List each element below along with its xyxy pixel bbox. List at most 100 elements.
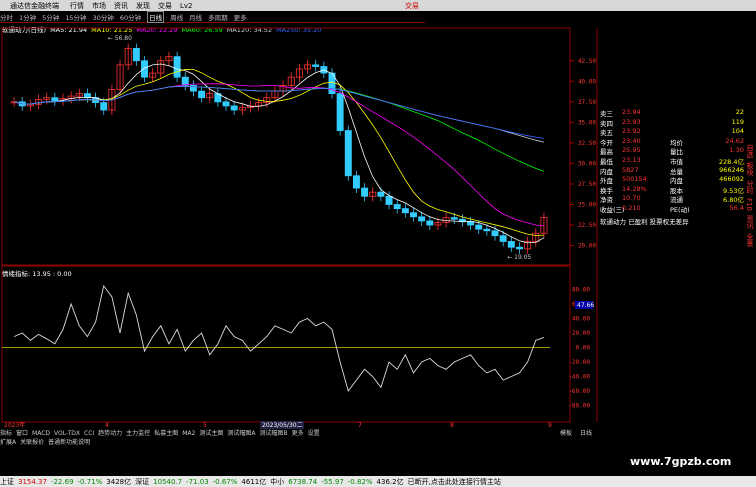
indicator-title: 情绪指标: 13.95 : 0.00 [2,270,72,278]
quote-value2: 228.4亿 [718,158,744,166]
quote-key: 外盘 [600,177,613,186]
quote-value: 10.70 [622,194,641,203]
indicator-tab[interactable]: 私募主图 [154,430,178,437]
status-item: -0.71% [77,477,103,486]
side-tab[interactable]: 板块 [745,162,755,176]
quote-key: 卖四 [600,119,613,128]
quote-footer: 软通动力 已盈利 投票权无差异 [600,217,689,226]
status-item: -71.03 [186,477,209,486]
extension-tab[interactable]: 扩展A [0,439,16,446]
quote-row: 最高 25.95 量比 1.30 [600,146,746,156]
candle [352,175,360,189]
indicator-label: 情绪指标: 13.95 : 0.00 [2,268,72,278]
side-tab[interactable]: 自选 [745,144,755,158]
y-tick-label: 25.00 [578,202,596,209]
indicator-tab[interactable]: 更多 [292,430,304,437]
candle [132,48,140,62]
quote-value: 23.94 [622,108,641,116]
candle [467,221,475,226]
candle [173,56,181,78]
quote-value: 5827 [622,165,639,174]
quote-row: 换手 14.28% 股本 9.53亿 [600,184,746,195]
candle [222,101,230,107]
quote-value2: 1.30 [729,146,744,155]
quote-key: 换手 [600,186,613,195]
quote-row: 卖五 23.92 104 [600,127,746,138]
indicator-tab[interactable]: CCI [84,430,94,437]
side-tab[interactable]: 全景 [745,233,755,247]
candle [312,64,320,67]
indicator-tab[interactable]: 测试主图 [199,430,223,437]
quote-row: 最低 23.13 市值 228.4亿 [600,156,746,166]
side-tab[interactable]: F10 [745,198,753,211]
extension-tab[interactable]: 关联报价 [20,439,44,446]
side-tab[interactable]: 资讯 [745,215,755,229]
quote-value: 500154 [622,175,647,184]
quote-row: 卖三 23.94 22 [600,108,746,118]
y-tick-label: 22.50 [578,222,596,229]
quote-value: 23.92 [622,127,641,136]
candle [475,224,483,230]
template-tab[interactable]: 模板 [560,428,572,437]
quote-key: 卖三 [600,110,613,118]
status-bar: 上证 3154.37 -22.69 -0.71% 3428亿 深证 10540.7 -71.0… [0,476,756,487]
status-item: -0.82% [347,477,373,486]
side-tab[interactable]: 分时 [745,180,755,194]
quote-value2: 966246 [719,165,744,174]
quote-key2: 总量 [670,167,683,176]
quote-key: 今开 [600,138,613,147]
candle [344,130,352,177]
status-item: 6738.74 [288,477,318,486]
quote-value: 25.95 [622,146,641,155]
indicator-tab[interactable]: MA2 [182,430,195,437]
quote-volume: 22 [735,108,744,116]
quote-row: 今开 23.40 均价 24.62 [600,136,746,147]
quote-key: 卖五 [600,129,613,138]
indicator-tab[interactable]: 指标 [0,430,12,437]
ma-line [13,68,544,236]
indicator-tab[interactable]: 测试幅图A [227,430,255,437]
indicator-marker: 47.66 [577,302,594,309]
quote-key2: PE(动) [670,206,690,214]
status-item: 4611亿 [241,477,267,486]
quote-row: 内盘 5827 总量 966246 [600,165,746,176]
indicator-tab[interactable]: MACD [32,430,50,437]
y-tick-label: 30.00 [578,160,596,167]
extension-tab[interactable]: 普通新功能说明 [48,439,90,446]
status-item: 中小 [270,477,285,486]
status-item[interactable]: 已断开,点击此处连接行情主站 [408,477,501,487]
candle [450,217,458,220]
status-item: -0.67% [212,477,238,486]
candle [141,60,148,78]
candle [51,97,59,102]
indicator-tab[interactable]: VOL-TDX [54,430,80,437]
indicator-tab[interactable]: 主力监控 [126,430,150,437]
status-item: 3428亿 [106,477,132,486]
quote-volume: 104 [731,127,744,136]
quote-value2: 6.80亿 [723,196,744,205]
candle [426,220,434,226]
quote-key2: 均价 [670,138,683,147]
quote-panel: 卖三 23.94 22 卖四 23.93 119 卖五 23.92 104 今开 23.40 均价 24… [600,108,746,258]
status-item: 3154.37 [18,477,47,486]
candle [491,230,499,237]
candle [515,246,523,250]
indicator-tab[interactable]: 设置 [308,430,320,437]
quote-value2: 24.62 [725,136,744,145]
candle [336,93,344,131]
candle [507,241,515,248]
indicator-tab[interactable]: 测试幅图B [259,430,287,437]
y-tick-label: 27.50 [578,181,596,188]
indicator-tab[interactable]: 趋势动力 [98,430,122,437]
status-item: 深证 [135,477,150,486]
indicator-tab[interactable]: 窗口 [16,430,28,437]
quote-row: 净资 10.70 流通 6.80亿 [600,194,746,205]
y-tick-label: 40.00 [578,78,596,85]
quote-value: 14.28% [622,184,647,193]
period-label[interactable]: 日线 [580,428,592,437]
quote-key: 内盘 [600,167,613,176]
candle [410,212,417,218]
ind-tick-label: 20.00 [572,330,590,337]
quote-value2: 9.53亿 [723,186,744,195]
quote-value: 23.93 [622,117,641,126]
